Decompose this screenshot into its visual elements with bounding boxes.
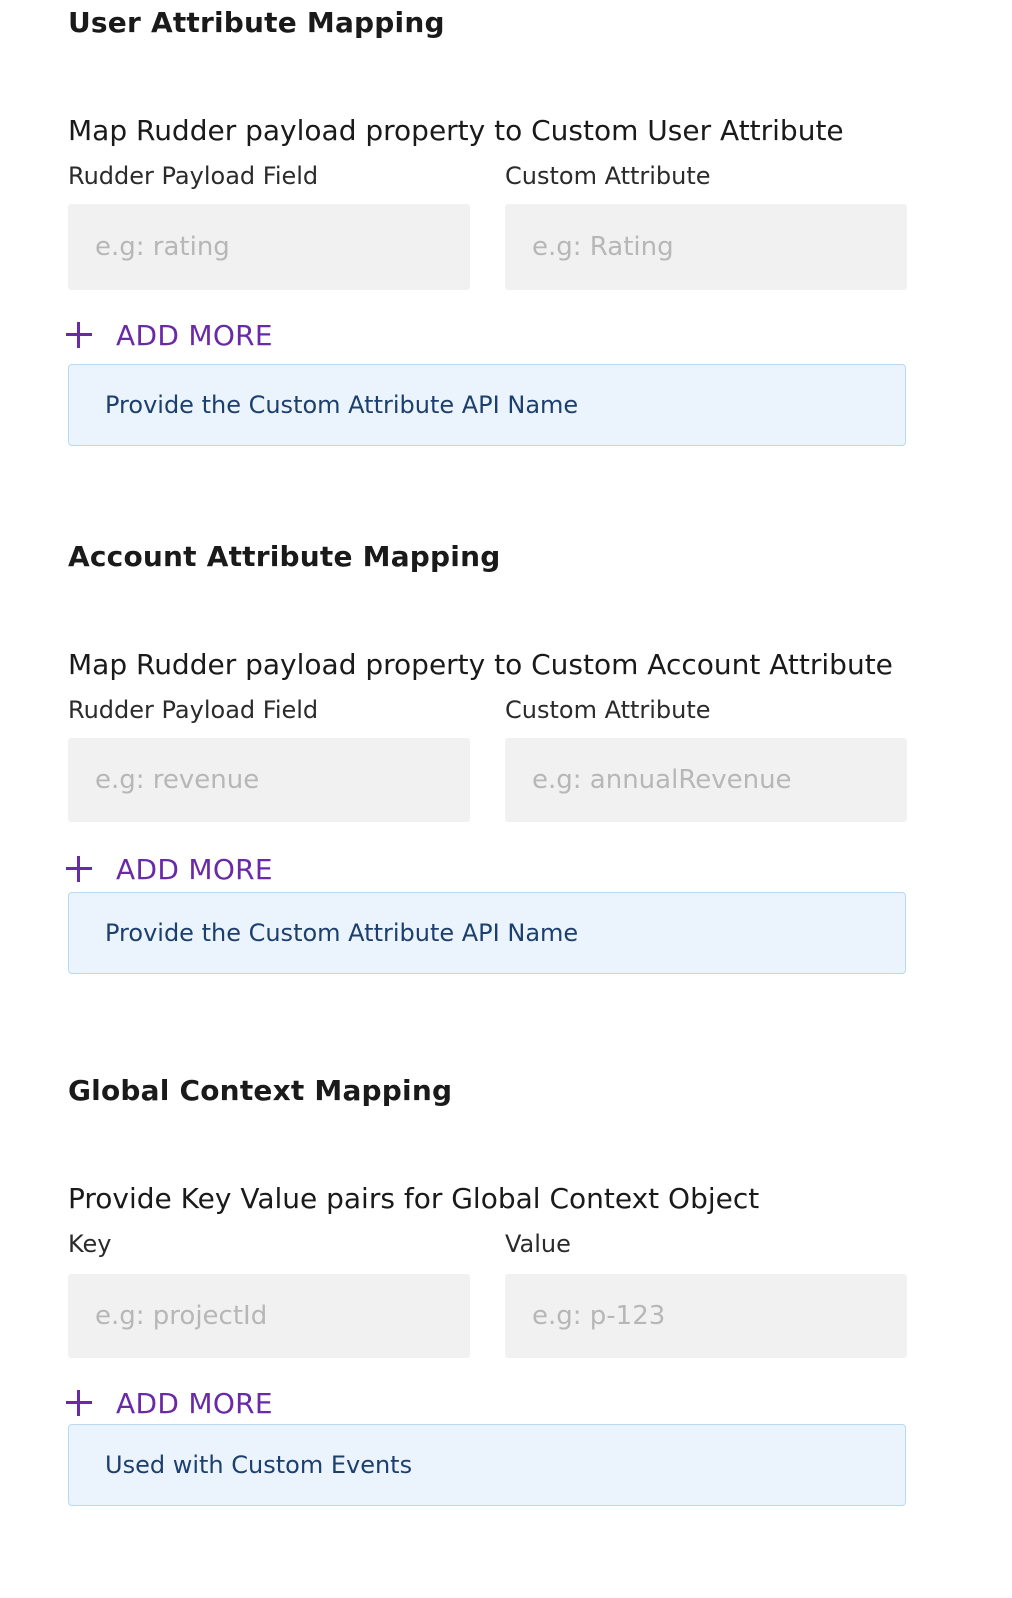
- add-more-label: ADD MORE: [116, 1386, 273, 1420]
- key-field-container: [68, 1274, 470, 1358]
- mapping-title: Map Rudder payload property to Custom Ac…: [68, 648, 893, 681]
- plus-icon: [66, 856, 92, 882]
- custom-attribute-input[interactable]: [505, 738, 907, 822]
- add-more-label: ADD MORE: [116, 852, 273, 886]
- key-label: Key: [68, 1230, 112, 1258]
- custom-attribute-container: [505, 738, 907, 822]
- rudder-payload-field-label: Rudder Payload Field: [68, 162, 319, 190]
- add-more-label: ADD MORE: [116, 318, 273, 352]
- info-box: Provide the Custom Attribute API Name: [68, 892, 906, 974]
- add-more-button[interactable]: ADD MORE: [66, 1380, 273, 1426]
- rudder-payload-field-container: [68, 738, 470, 822]
- value-label: Value: [505, 1230, 571, 1258]
- section-title: Account Attribute Mapping: [68, 540, 501, 573]
- plus-icon: [66, 1390, 92, 1416]
- settings-page: User Attribute Mapping Map Rudder payloa…: [0, 0, 1012, 1598]
- plus-icon: [66, 322, 92, 348]
- section-title: User Attribute Mapping: [68, 6, 445, 39]
- custom-attribute-label: Custom Attribute: [505, 162, 711, 190]
- info-box: Used with Custom Events: [68, 1424, 906, 1506]
- add-more-button[interactable]: ADD MORE: [66, 312, 273, 358]
- info-text: Provide the Custom Attribute API Name: [105, 391, 579, 419]
- add-more-button[interactable]: ADD MORE: [66, 846, 273, 892]
- value-input[interactable]: [505, 1274, 907, 1358]
- custom-attribute-label: Custom Attribute: [505, 696, 711, 724]
- info-box: Provide the Custom Attribute API Name: [68, 364, 906, 446]
- rudder-payload-field-container: [68, 204, 470, 290]
- key-input[interactable]: [68, 1274, 470, 1358]
- mapping-title: Provide Key Value pairs for Global Conte…: [68, 1182, 760, 1215]
- mapping-title: Map Rudder payload property to Custom Us…: [68, 114, 844, 147]
- rudder-payload-field-label: Rudder Payload Field: [68, 696, 319, 724]
- info-text: Used with Custom Events: [105, 1451, 413, 1479]
- custom-attribute-container: [505, 204, 907, 290]
- section-title: Global Context Mapping: [68, 1074, 453, 1107]
- info-text: Provide the Custom Attribute API Name: [105, 919, 579, 947]
- rudder-payload-field-input[interactable]: [68, 738, 470, 822]
- custom-attribute-input[interactable]: [505, 204, 907, 290]
- rudder-payload-field-input[interactable]: [68, 204, 470, 290]
- value-field-container: [505, 1274, 907, 1358]
